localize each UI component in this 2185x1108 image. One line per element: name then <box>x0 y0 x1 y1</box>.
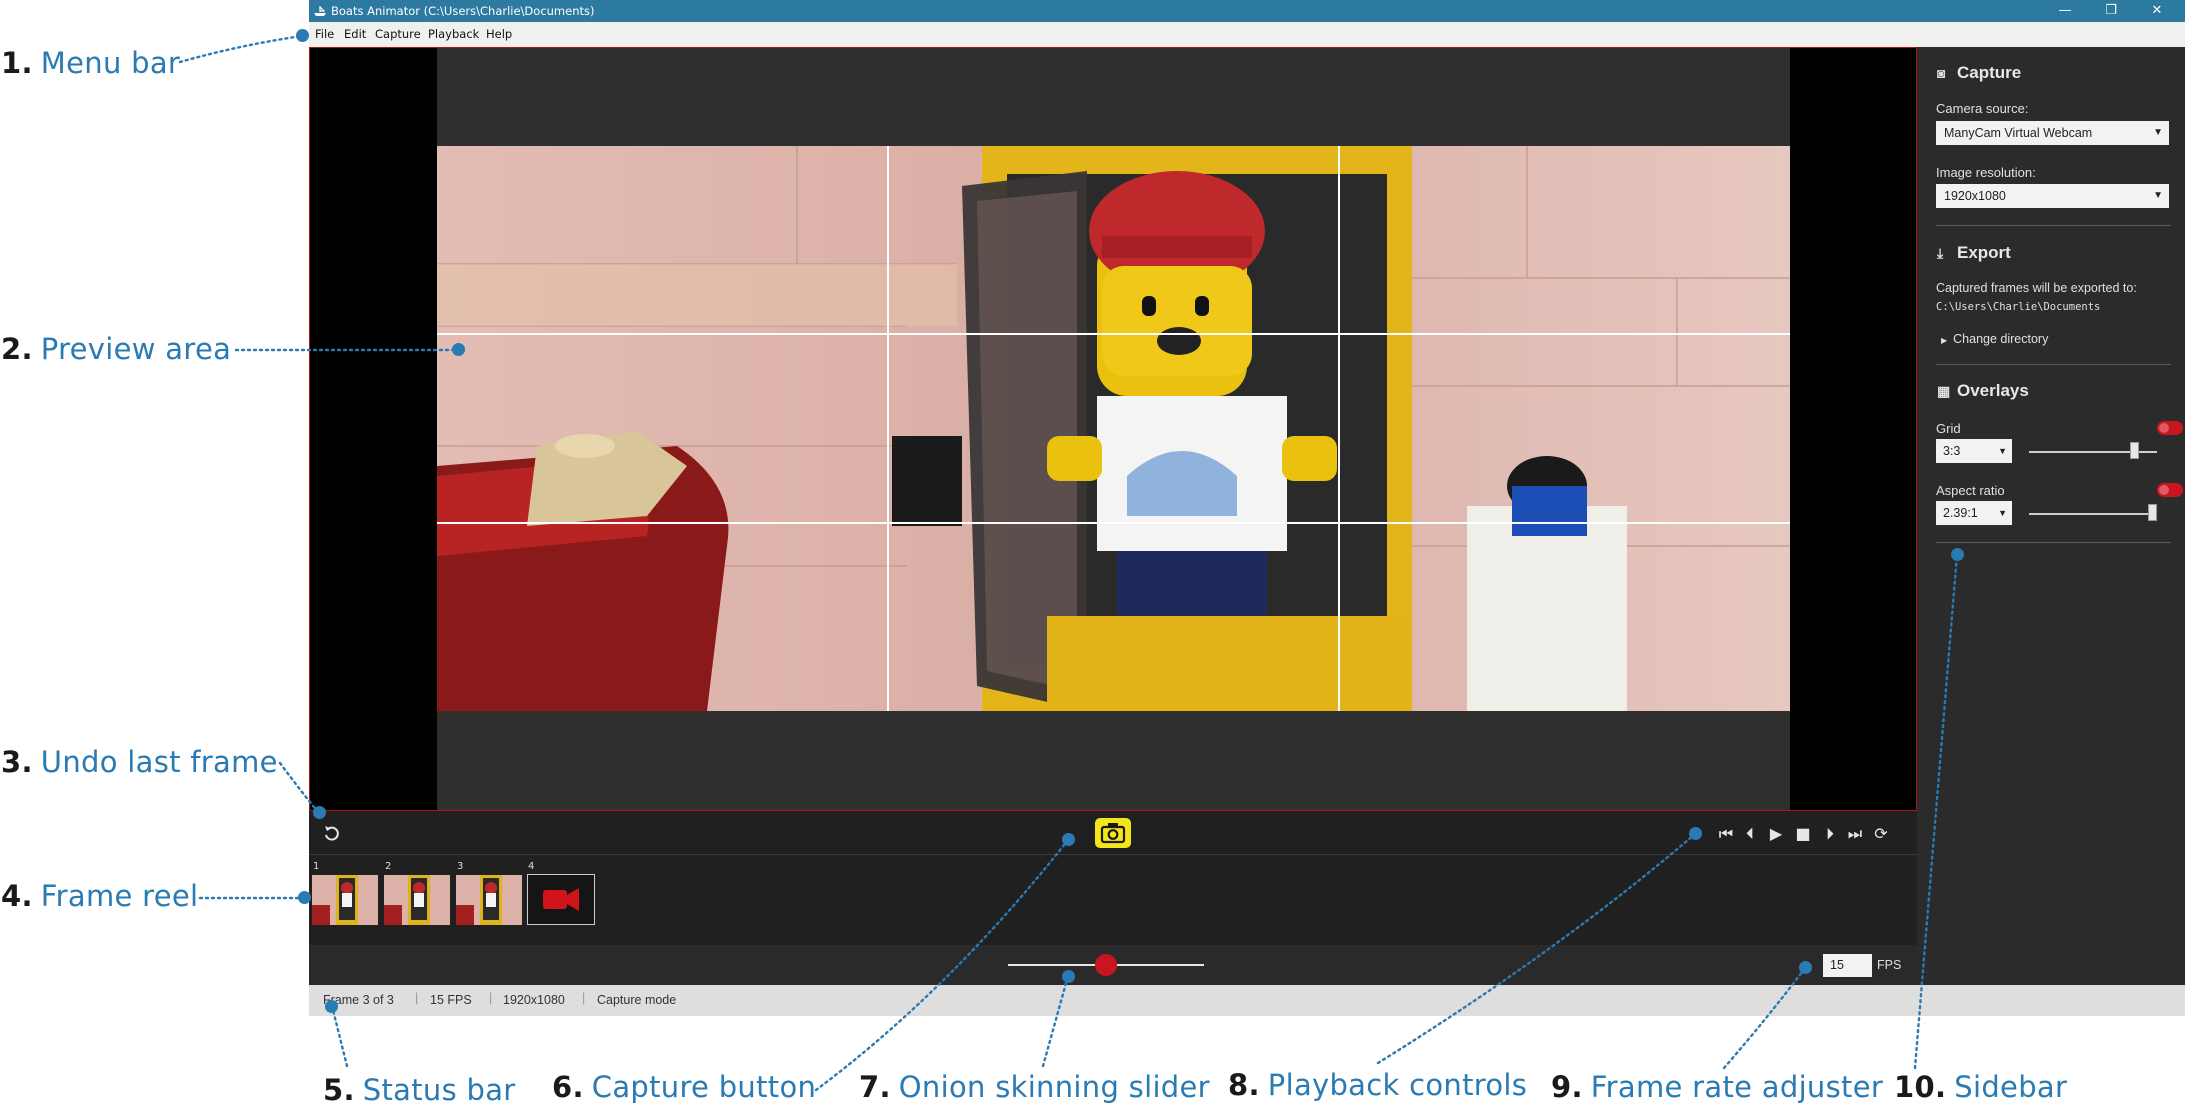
annotated-screenshot: Boats Animator (C:\Users\Charlie\Documen… <box>0 0 2185 1108</box>
camera-icon <box>1100 823 1126 844</box>
undo-icon[interactable] <box>323 824 341 842</box>
first-frame-icon[interactable]: ⏮ <box>1715 823 1737 845</box>
sidebar: ◙ Capture Camera source: ManyCam Virtual … <box>1917 47 2185 985</box>
callout-undo-last-frame: 3. Undo last frame <box>1 745 278 779</box>
section-divider <box>1936 225 2171 226</box>
callout-dot <box>1951 548 1964 561</box>
menu-playback[interactable]: Playback <box>428 27 479 41</box>
boat-icon <box>314 6 326 16</box>
preview-area <box>309 47 1917 811</box>
menu-help[interactable]: Help <box>486 27 512 41</box>
status-fps: 15 FPS <box>430 993 472 1007</box>
callout-dot <box>1062 833 1075 846</box>
stop-icon[interactable]: ■ <box>1792 823 1814 845</box>
change-directory-link[interactable]: ▶ Change directory <box>1941 332 2048 346</box>
callout-dot <box>296 29 309 42</box>
status-resolution: 1920x1080 <box>503 993 565 1007</box>
callout-playback-controls: 8. Playback controls <box>1228 1068 1528 1102</box>
toolbar: ⏮ ⏴ ▶ ■ ⏵ ⏭ ⟳ <box>309 811 1917 855</box>
video-camera-icon <box>543 888 579 911</box>
menu-file[interactable]: File <box>315 27 334 41</box>
title-bar[interactable]: Boats Animator (C:\Users\Charlie\Documen… <box>309 0 2185 22</box>
loop-icon[interactable]: ⟳ <box>1870 823 1892 845</box>
grid-toggle[interactable] <box>2157 421 2183 435</box>
export-path: C:\Users\Charlie\Documents <box>1936 301 2101 313</box>
last-frame-icon[interactable]: ⏭ <box>1844 823 1866 845</box>
overlays-section-title: ▦ Overlays <box>1937 381 2029 400</box>
status-mode: Capture mode <box>597 993 677 1007</box>
live-frame-slot[interactable] <box>527 874 595 925</box>
caret-right-icon: ▶ <box>1941 336 1948 345</box>
menu-edit[interactable]: Edit <box>344 27 366 41</box>
previous-frame-icon[interactable]: ⏴ <box>1739 823 1761 845</box>
callout-dot <box>325 1000 338 1013</box>
callout-dot <box>452 343 465 356</box>
capture-section-title: ◙ Capture <box>1937 63 2022 82</box>
callout-capture-button: 6. Capture button <box>552 1070 817 1104</box>
frame-number: 1 <box>313 861 320 872</box>
callout-frame-reel: 4. Frame reel <box>1 879 199 913</box>
aspect-opacity-slider[interactable] <box>2147 504 2157 521</box>
dropdown-arrow-icon: ▼ <box>2153 127 2163 138</box>
aspect-ratio-toggle[interactable] <box>2157 483 2183 497</box>
frame-rate-input[interactable]: 15 <box>1823 954 1872 977</box>
grid-opacity-slider[interactable] <box>2129 442 2139 459</box>
callout-dot <box>313 806 326 819</box>
callout-preview-area: 2. Preview area <box>1 332 232 366</box>
callout-frame-rate-adjuster: 9. Frame rate adjuster <box>1551 1070 1884 1104</box>
camera-preview-image <box>437 146 1790 711</box>
section-divider <box>1936 364 2171 365</box>
frame-reel: 1 2 3 4 <box>309 855 1917 945</box>
onion-skin-bar: 15 FPS <box>309 945 1917 985</box>
menu-capture[interactable]: Capture <box>375 27 421 41</box>
minimize-button[interactable]: — <box>2042 0 2088 22</box>
callout-status-bar: 5. Status bar <box>323 1073 516 1107</box>
frame-number: 4 <box>528 861 535 872</box>
section-divider <box>1936 542 2171 543</box>
camera-source-label: Camera source: <box>1936 101 2029 116</box>
aspect-ratio-select[interactable]: 2.39:1 ▼ <box>1936 501 2012 525</box>
onion-skin-slider[interactable] <box>1095 954 1117 976</box>
image-resolution-select[interactable]: 1920x1080 ▼ <box>1936 184 2169 208</box>
grid-icon: ▦ <box>1937 383 1951 399</box>
capture-button[interactable] <box>1095 818 1131 848</box>
play-icon[interactable]: ▶ <box>1765 823 1787 845</box>
app-window: Boats Animator (C:\Users\Charlie\Documen… <box>309 0 2185 1016</box>
export-description: Captured frames will be exported to: <box>1936 281 2137 295</box>
callout-dot <box>1062 970 1075 983</box>
aspect-opacity-track[interactable] <box>2029 513 2157 515</box>
restore-button[interactable]: ❐ <box>2088 0 2134 22</box>
frame-thumbnail[interactable] <box>456 875 522 925</box>
dropdown-arrow-icon: ▼ <box>2153 190 2163 201</box>
camera-source-select[interactable]: ManyCam Virtual Webcam ▼ <box>1936 121 2169 145</box>
next-frame-icon[interactable]: ⏵ <box>1819 823 1841 845</box>
frame-number: 3 <box>457 861 464 872</box>
menu-bar: File Edit Capture Playback Help <box>309 22 2185 47</box>
callout-menu-bar: 1. Menu bar <box>1 46 181 80</box>
frame-thumbnail[interactable] <box>312 875 378 925</box>
dropdown-arrow-icon: ▼ <box>1998 508 2007 518</box>
grid-select[interactable]: 3:3 ▼ <box>1936 439 2012 463</box>
fps-unit-label: FPS <box>1877 958 1902 972</box>
image-resolution-label: Image resolution: <box>1936 165 2036 180</box>
window-title: Boats Animator (C:\Users\Charlie\Documen… <box>331 4 595 18</box>
aspect-ratio-label: Aspect ratio <box>1936 483 2005 498</box>
status-bar: Frame 3 of 3 | 15 FPS | 1920x1080 | Capt… <box>309 985 2185 1016</box>
export-section-title: ⤓ Export <box>1937 243 2011 262</box>
grid-label: Grid <box>1936 421 1961 436</box>
camera-icon: ◙ <box>1937 65 1946 81</box>
close-button[interactable]: ✕ <box>2134 0 2180 22</box>
dropdown-arrow-icon: ▼ <box>1998 446 2007 456</box>
callout-dot <box>1689 827 1702 840</box>
callout-onion-skinning-slider: 7. Onion skinning slider <box>859 1070 1210 1104</box>
callout-sidebar: 10. Sidebar <box>1894 1070 2068 1104</box>
frame-thumbnail[interactable] <box>384 875 450 925</box>
callout-dot <box>298 891 311 904</box>
download-icon: ⤓ <box>1937 245 1944 261</box>
frame-number: 2 <box>385 861 392 872</box>
callout-dot <box>1799 961 1812 974</box>
